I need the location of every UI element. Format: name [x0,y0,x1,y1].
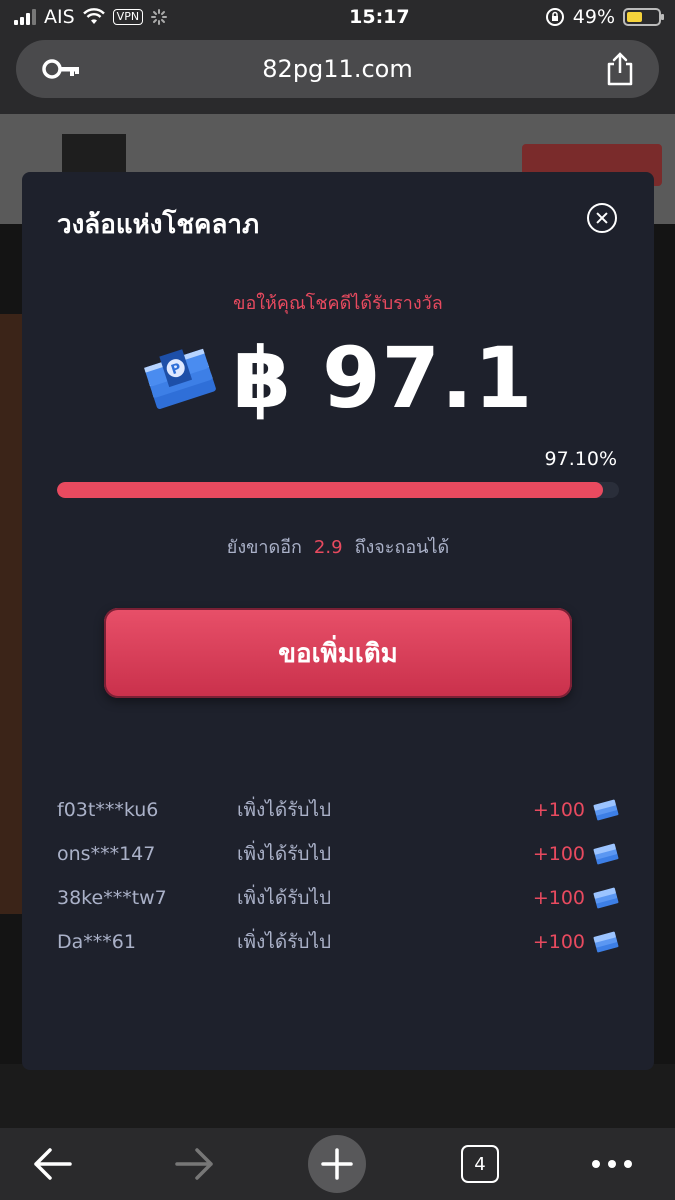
winner-row: 38ke***tw7 เพิ่งได้รับไป +100 [57,876,619,920]
winners-list: f03t***ku6 เพิ่งได้รับไป +100 ons***147 … [57,788,619,964]
forward-arrow-icon[interactable] [175,1146,215,1182]
lock-rotation-icon [545,8,564,26]
winner-amount: +100 [532,799,585,821]
url-text: 82pg11.com [262,55,413,83]
battery-percent: 49% [572,6,615,28]
loading-spinner-icon [151,9,168,25]
amount-display: ฿ 97.1 [233,328,534,428]
remaining-suffix: ถึงจะถอนได้ [354,537,450,558]
winner-user: f03t***ku6 [57,799,159,821]
money-stack-icon [593,887,619,909]
winner-row: f03t***ku6 เพิ่งได้รับไป +100 [57,788,619,832]
remaining-value: 2.9 [313,537,343,558]
winner-user: Da***61 [57,931,136,953]
modal-title: วงล้อแห่งโชคลาภ [57,210,260,240]
winner-row: ons***147 เพิ่งได้รับไป +100 [57,832,619,876]
wifi-icon [82,8,105,24]
money-stack-icon [593,843,619,865]
browser-toolbar: 4 [0,1128,675,1200]
progress-fill [57,482,603,498]
lucky-wheel-modal: วงล้อแห่งโชคลาภ ขอให้คุณโชคดีได้รับรางวั… [22,172,654,1070]
remaining-text: ยังขาดอีก 2.9 ถึงจะถอนได้ [22,532,654,561]
amount-value: 97.1 [322,329,534,427]
progress-percent: 97.10% [544,448,617,470]
status-bar: AIS VPN 15:17 49% [0,0,675,34]
money-stack-icon: P [143,348,216,409]
winner-amount: +100 [532,931,585,953]
clock: 15:17 [349,6,410,28]
progress-bar [57,482,619,498]
winner-row: Da***61 เพิ่งได้รับไป +100 [57,920,619,964]
carrier-name: AIS [44,6,75,28]
share-icon[interactable] [605,52,635,86]
background-footer [0,1064,675,1128]
address-bar[interactable]: 82pg11.com [16,40,659,98]
winner-text: เพิ่งได้รับไป [237,843,332,865]
back-arrow-icon[interactable] [32,1146,72,1182]
winner-user: 38ke***tw7 [57,887,167,909]
winner-amount: +100 [532,887,585,909]
currency-symbol: ฿ [232,329,293,427]
vpn-badge: VPN [112,9,144,25]
more-dots-icon[interactable] [592,1160,632,1168]
money-stack-icon [593,931,619,953]
winner-amount: +100 [532,843,585,865]
close-icon[interactable] [587,203,617,233]
signal-icon [14,9,36,25]
battery-icon [623,8,664,26]
remaining-prefix: ยังขาดอีก [226,537,302,558]
winner-text: เพิ่งได้รับไป [237,799,332,821]
winner-text: เพิ่งได้รับไป [237,931,332,953]
new-tab-button[interactable] [308,1135,366,1193]
tabs-button[interactable]: 4 [461,1145,499,1183]
key-icon[interactable] [42,58,82,80]
wish-text: ขอให้คุณโชคดีได้รับรางวัล [233,293,443,314]
winner-text: เพิ่งได้รับไป [237,887,332,909]
money-stack-icon [593,799,619,821]
browser-url-area: 82pg11.com [0,34,675,114]
amount-row: P ฿ 97.1 [22,328,654,428]
winner-user: ons***147 [57,843,156,865]
request-more-button[interactable]: ขอเพิ่มเติม [104,608,572,698]
plus-icon [321,1148,353,1180]
